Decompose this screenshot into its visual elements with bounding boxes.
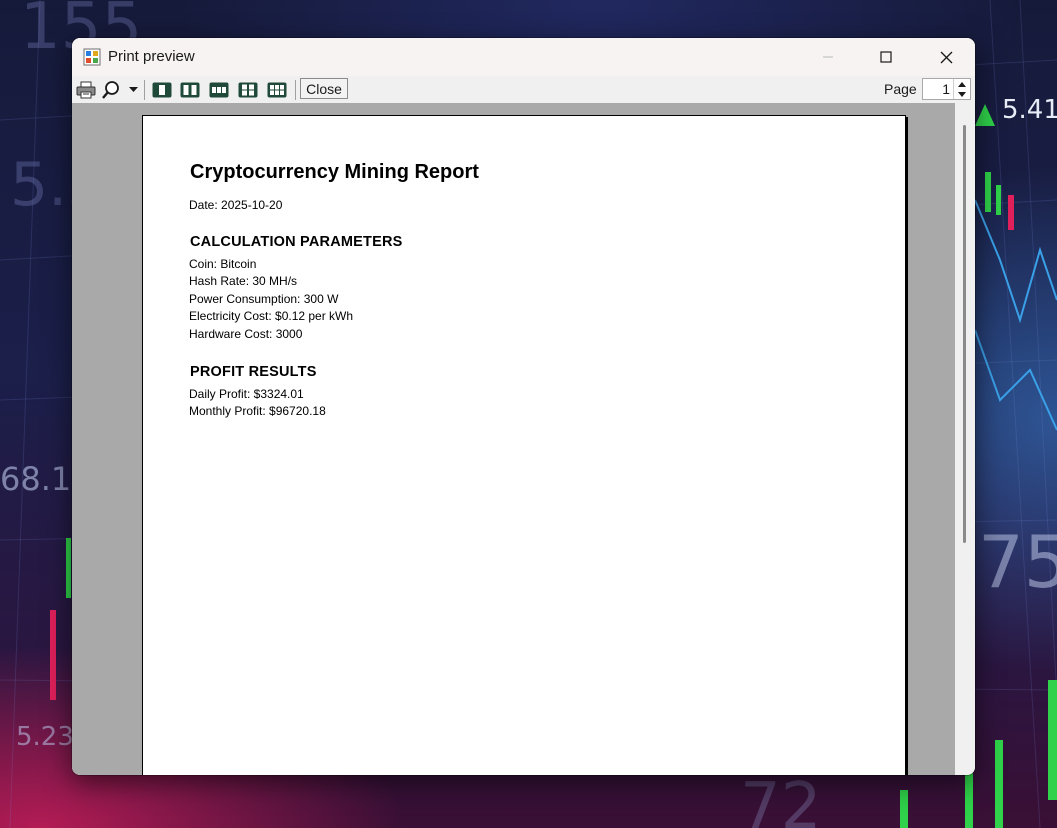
maximize-button[interactable] (857, 38, 915, 76)
print-preview-window: Print preview Close Page 1 Cryptocurrenc… (72, 38, 975, 775)
report-page: Cryptocurrency Mining Report Date: 2025-… (142, 115, 906, 775)
two-pages-icon (180, 82, 200, 97)
parameter-line: Hash Rate: 30 MH/s (189, 274, 298, 288)
page-down-button[interactable] (953, 89, 970, 99)
parameters-heading: CALCULATION PARAMETERS (190, 234, 403, 250)
result-line: Daily Profit: $3324.01 (189, 387, 304, 401)
close-icon (940, 51, 952, 63)
parameter-line: Hardware Cost: 3000 (189, 327, 303, 341)
three-pages-button[interactable] (209, 79, 229, 100)
preview-canvas[interactable]: Cryptocurrency Mining Report Date: 2025-… (72, 103, 955, 775)
toolbar-separator (144, 80, 145, 100)
maximize-icon (880, 51, 892, 63)
report-date: Date: 2025-10-20 (189, 198, 283, 212)
zoom-button[interactable] (101, 79, 121, 100)
toolbar-separator (295, 80, 296, 100)
wallpaper-number: 5.41 (1002, 95, 1057, 125)
vertical-scrollbar[interactable] (955, 103, 975, 775)
zoom-dropdown-button[interactable] (126, 79, 140, 100)
chevron-down-icon (958, 91, 966, 97)
three-pages-icon (209, 82, 229, 97)
six-pages-button[interactable] (267, 79, 287, 100)
six-pages-icon (267, 82, 287, 97)
four-pages-button[interactable] (238, 79, 258, 100)
title-bar[interactable]: Print preview (72, 38, 975, 76)
chevron-up-icon (958, 81, 966, 87)
wallpaper-number: 75 (978, 520, 1057, 604)
app-icon (83, 48, 101, 66)
results-heading: PROFIT RESULTS (190, 364, 317, 380)
chevron-down-icon (128, 86, 138, 92)
wallpaper-number: 72 (740, 770, 822, 828)
one-page-button[interactable] (152, 79, 172, 100)
printer-icon (76, 81, 96, 98)
result-line: Monthly Profit: $96720.18 (189, 404, 326, 418)
parameter-line: Electricity Cost: $0.12 per kWh (189, 309, 354, 323)
close-window-button[interactable] (917, 38, 975, 76)
page-number-stepper[interactable]: 1 (922, 78, 971, 100)
wallpaper-number: 5.23 (16, 722, 74, 752)
page-up-button[interactable] (953, 79, 970, 89)
parameter-line: Power Consumption: 300 W (189, 292, 339, 306)
scrollbar-thumb[interactable] (963, 125, 966, 543)
parameter-line: Coin: Bitcoin (189, 257, 257, 271)
preview-toolbar: Close Page 1 (72, 76, 975, 103)
close-preview-button[interactable]: Close (300, 78, 348, 99)
minimize-button[interactable] (799, 38, 857, 76)
one-page-icon (152, 82, 172, 97)
page-label: Page (884, 81, 917, 97)
two-pages-button[interactable] (180, 79, 200, 100)
magnifier-icon (102, 80, 119, 99)
print-button[interactable] (75, 79, 97, 100)
page-number-value[interactable]: 1 (942, 81, 950, 97)
four-pages-icon (238, 82, 258, 97)
minimize-icon (823, 56, 833, 58)
window-title: Print preview (108, 48, 195, 65)
report-title: Cryptocurrency Mining Report (190, 161, 479, 183)
